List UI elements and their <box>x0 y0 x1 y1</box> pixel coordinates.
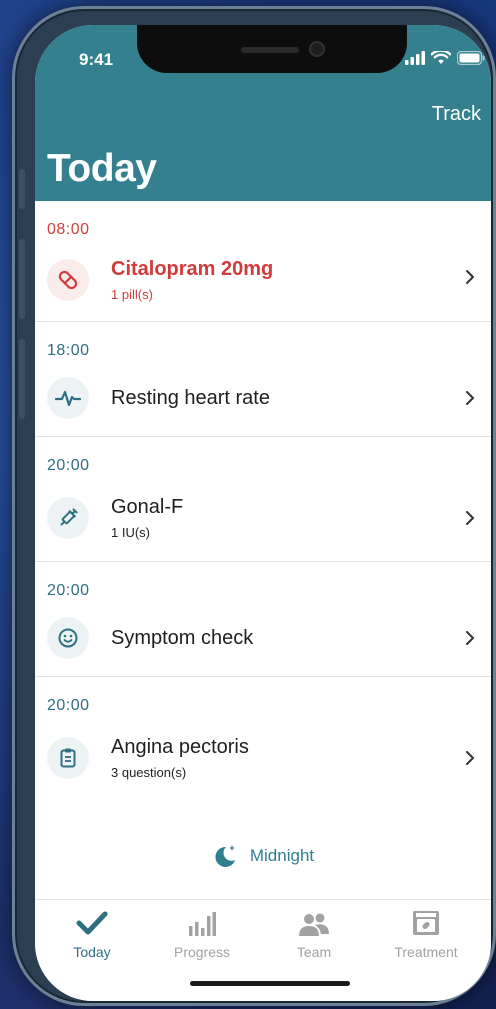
notch <box>137 25 407 73</box>
status-time: 9:41 <box>79 50 114 69</box>
item-subtitle: 1 pill(s) <box>111 287 153 302</box>
schedule-section: 20:00 Symptom check <box>35 562 491 677</box>
tab-treatment[interactable]: Treatment <box>369 900 483 970</box>
pill-icon <box>47 259 89 301</box>
volume-down-button <box>19 339 25 419</box>
checkmark-icon <box>76 911 108 935</box>
tab-today[interactable]: Today <box>35 900 149 970</box>
camera <box>309 41 325 57</box>
schedule-item-citalopram[interactable]: Citalopram 20mg 1 pill(s) <box>35 239 491 321</box>
schedule-section: 08:00 Citalopram 20mg 1 pill(s) <box>35 201 491 322</box>
tab-label: Progress <box>173 944 231 960</box>
item-text: Angina pectoris 3 question(s) <box>111 736 249 780</box>
item-subtitle: 3 question(s) <box>111 765 187 780</box>
battery-icon <box>457 51 485 65</box>
item-text: Citalopram 20mg 1 pill(s) <box>111 258 273 302</box>
wifi-icon <box>431 51 451 64</box>
chevron-right-icon <box>466 511 474 525</box>
time-label: 20:00 <box>47 457 90 474</box>
speaker <box>241 47 299 53</box>
time-label: 20:00 <box>47 697 90 714</box>
treatment-icon <box>413 911 439 935</box>
chevron-right-icon <box>466 270 474 284</box>
app-screen: 9:41 Track Today 08:00 Citalopram 20mg 1… <box>35 25 491 1001</box>
heart-rate-icon <box>47 377 89 419</box>
team-icon <box>299 913 329 936</box>
tab-label: Today <box>73 944 111 960</box>
schedule-section: 18:00 Resting heart rate <box>35 322 491 437</box>
home-indicator[interactable] <box>190 981 350 986</box>
schedule-item-angina-pectoris[interactable]: Angina pectoris 3 question(s) <box>35 715 491 801</box>
clipboard-icon <box>47 737 89 779</box>
chevron-right-icon <box>466 631 474 645</box>
schedule-item-resting-heart-rate[interactable]: Resting heart rate <box>35 360 491 436</box>
tab-label: Team <box>296 944 332 960</box>
volume-up-button <box>19 239 25 319</box>
tab-progress[interactable]: Progress <box>145 900 259 970</box>
time-label: 18:00 <box>47 342 90 359</box>
moon-icon <box>215 845 235 867</box>
item-subtitle: 1 IU(s) <box>111 525 150 540</box>
chevron-right-icon <box>466 391 474 405</box>
tab-team[interactable]: Team <box>257 900 371 970</box>
item-title: Gonal-F <box>111 496 184 518</box>
chevron-right-icon <box>466 751 474 765</box>
item-text: Resting heart rate <box>111 387 270 410</box>
status-icons <box>405 51 485 65</box>
item-title: Angina pectoris <box>111 736 249 758</box>
mute-switch <box>19 169 25 209</box>
page-title: Today <box>47 147 157 190</box>
signal-icon <box>405 51 425 65</box>
schedule-item-gonal-f[interactable]: Gonal-F 1 IU(s) <box>35 475 491 561</box>
tab-label: Treatment <box>394 944 458 960</box>
schedule-section: 20:00 Gonal-F 1 IU(s) <box>35 437 491 562</box>
bar-chart-icon <box>189 912 216 936</box>
schedule-item-symptom-check[interactable]: Symptom check <box>35 600 491 676</box>
item-text: Gonal-F 1 IU(s) <box>111 496 183 540</box>
syringe-icon <box>47 497 89 539</box>
schedule-list: 08:00 Citalopram 20mg 1 pill(s) 18:00 Re… <box>35 201 491 801</box>
time-label: 08:00 <box>47 221 90 238</box>
time-label: 20:00 <box>47 582 90 599</box>
track-button[interactable]: Track <box>432 103 481 126</box>
item-text: Symptom check <box>111 627 253 650</box>
phone-frame: 9:41 Track Today 08:00 Citalopram 20mg 1… <box>12 6 496 1006</box>
schedule-section: 20:00 Angina pectoris 3 question(s) <box>35 677 491 801</box>
midnight-label: Midnight <box>249 846 315 865</box>
smiley-icon <box>47 617 89 659</box>
midnight-marker: Midnight <box>35 843 491 869</box>
item-title: Symptom check <box>111 626 254 649</box>
item-title: Citalopram 20mg <box>111 258 274 280</box>
item-title: Resting heart rate <box>111 386 270 409</box>
header: 9:41 Track Today <box>35 25 491 201</box>
